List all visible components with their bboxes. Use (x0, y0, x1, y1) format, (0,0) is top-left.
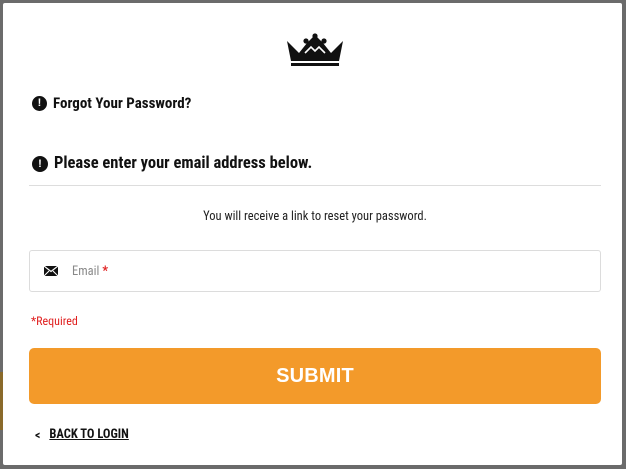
email-placeholder: Email (72, 263, 100, 279)
page-title-text: Forgot Your Password? (53, 94, 192, 112)
chevron-left-icon: < (35, 427, 41, 442)
required-marker: * (102, 263, 109, 279)
submit-button[interactable]: SUBMIT (29, 348, 601, 404)
back-to-login-label: BACK TO LOGIN (49, 427, 129, 442)
envelope-icon (44, 266, 58, 276)
exclamation-circle-icon: ! (32, 155, 48, 172)
info-text: You will receive a link to reset your pa… (203, 209, 427, 224)
instruction-heading-text: Please enter your email address below. (54, 154, 313, 173)
crown-logo (287, 33, 343, 66)
required-note: *Required (31, 314, 78, 328)
forgot-password-modal: ! Forgot Your Password? ! Please enter y… (3, 3, 622, 465)
instruction-heading: ! Please enter your email address below. (32, 154, 312, 173)
divider (29, 185, 601, 186)
email-field[interactable]: Email * (29, 250, 601, 292)
page-title: ! Forgot Your Password? (32, 94, 191, 112)
back-to-login-link[interactable]: < BACK TO LOGIN (35, 427, 129, 442)
exclamation-circle-icon: ! (32, 95, 47, 111)
